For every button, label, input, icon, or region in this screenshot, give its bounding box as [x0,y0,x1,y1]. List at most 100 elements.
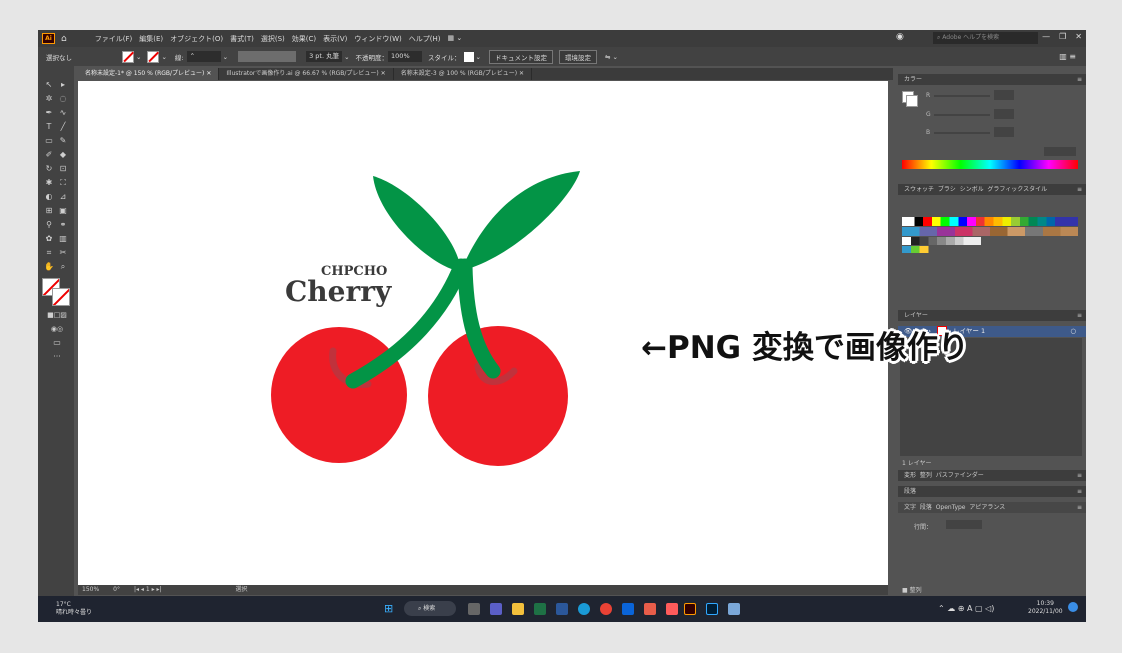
gradient-tool-icon[interactable]: ▣ [58,206,68,216]
menu-window[interactable]: ウィンドウ(W) [354,34,401,44]
paragraph-panel-header[interactable]: 段落 ≡ [898,486,1086,497]
lasso-icon[interactable]: ◌ [58,94,68,104]
help-search-input[interactable]: ⌕ Adobe ヘルプを検索 [933,32,1038,44]
excel-icon[interactable] [534,603,546,615]
rotate-tool-icon[interactable]: ↻ [44,164,54,174]
mesh-tool-icon[interactable]: ⊞ [44,206,54,216]
opacity-label[interactable]: 不透明度： [356,52,389,62]
tab-document-3[interactable]: 名称未設定-3 @ 100 % (RGB/プレビュー) ✕ [394,68,533,80]
user-icon[interactable]: ◉ [896,32,904,42]
photos-icon[interactable] [644,603,656,615]
paintbrush-icon[interactable]: ✎ [58,136,68,146]
file-explorer-icon[interactable] [512,603,524,615]
style-swatch[interactable] [463,51,474,62]
transform-panel-header[interactable]: 変形 整列 パスファインダー ≡ [898,470,1086,481]
stroke-weight-field[interactable]: ⌃ [186,51,221,62]
app-logo-icon[interactable]: Ai [42,33,55,44]
artboard-nav[interactable]: |◂ ◂ 1 ▸ ▸| [134,585,162,595]
stroke-swatch[interactable] [147,50,160,63]
draw-modes-icon[interactable]: ◉◎ [42,324,72,334]
scale-tool-icon[interactable]: ⊡ [58,164,68,174]
panel-options-icon[interactable]: ▥ ≡ [1059,52,1076,61]
chrome-icon[interactable] [600,603,612,615]
brush-field[interactable]: 3 pt. 丸筆 [306,51,343,62]
notification-icon[interactable] [1068,602,1078,612]
variable-width-field[interactable] [238,51,297,62]
menu-file[interactable]: ファイル(F) [95,34,133,44]
rotation-angle[interactable]: 0° [113,585,120,595]
illustrator-taskbar-icon[interactable] [684,603,696,615]
workspace-icon[interactable]: ▦ ⌄ [448,34,463,44]
curvature-icon[interactable]: ∿ [58,108,68,118]
image-viewer-icon[interactable] [728,603,740,615]
shape-builder-icon[interactable]: ◐ [44,192,54,202]
color-modes-icon[interactable]: ■□▨ [42,310,72,320]
hand-tool-icon[interactable]: ✋ [44,262,54,272]
character-panel-tabs[interactable]: 文字 段落 OpenType アピアランス ≡ [898,502,1086,513]
tab-document-1[interactable]: 名称未設定-1* @ 150 % (RGB/プレビュー) ✕ [78,68,220,80]
layers-panel-header[interactable]: レイヤー ≡ [898,310,1086,321]
menu-view[interactable]: 表示(V) [323,34,347,44]
word-icon[interactable] [556,603,568,615]
line-tool-icon[interactable]: ╱ [58,122,68,132]
layer-target-icon[interactable]: ○ [1070,326,1076,337]
minimize-icon[interactable]: — [1042,32,1050,41]
color-panel-header[interactable]: カラー ≡ [898,74,1086,85]
type-tool-icon[interactable]: T [44,122,54,132]
restore-icon[interactable]: ❐ [1059,32,1066,41]
screen-mode-icon[interactable]: ▭ [42,338,72,348]
edge-icon[interactable] [578,603,590,615]
chat-icon[interactable] [490,603,502,615]
magic-wand-icon[interactable]: ✲ [44,94,54,104]
graph-tool-icon[interactable]: ▥ [58,234,68,244]
app-icon[interactable] [666,603,678,615]
zoom-tool-icon[interactable]: ⌕ [58,262,68,272]
weather-widget[interactable]: 17°C 晴れ時々曇り [56,601,92,617]
menu-effect[interactable]: 効果(C) [292,34,316,44]
tab-document-2[interactable]: Illustratorで画像作り.ai @ 66.67 % (RGB/プレビュー… [219,68,394,80]
task-view-icon[interactable] [468,603,480,615]
arrange-icon[interactable]: ⇋ ⌄ [605,53,618,61]
zoom-level[interactable]: 150% [82,585,99,595]
document-settings-button[interactable]: ドキュメント設定 [488,49,553,64]
hex-field[interactable] [1044,147,1076,156]
system-tray-icons[interactable]: ⌃ ☁ ⊕ A ▢ ◁) [938,604,994,613]
color-stroke-swatch[interactable] [906,95,918,107]
close-icon[interactable]: ✕ [1075,32,1082,41]
swatches-panel-header[interactable]: スウォッチ ブラシ シンボル グラフィックスタイル ≡ [898,184,1086,195]
eraser-icon[interactable]: ◆ [58,150,68,160]
r-value-field[interactable] [994,90,1014,100]
leading-field[interactable] [946,520,982,529]
fill-stroke-widget[interactable] [42,278,72,306]
g-value-field[interactable] [994,109,1014,119]
b-value-field[interactable] [994,127,1014,137]
free-transform-icon[interactable]: ⛶ [58,178,68,188]
photoshop-icon[interactable] [706,603,718,615]
preferences-button[interactable]: 環境設定 [558,49,597,64]
more-tools-icon[interactable]: ··· [42,352,72,362]
selection-tool-icon[interactable]: ↖ [44,80,54,90]
blend-tool-icon[interactable]: ⚭ [58,220,68,230]
clock[interactable]: 10:39 2022/11/00 [1028,600,1063,616]
pen-tool-icon[interactable]: ✒ [44,108,54,118]
rectangle-tool-icon[interactable]: ▭ [44,136,54,146]
direct-selection-tool-icon[interactable]: ▸ [58,80,68,90]
slice-tool-icon[interactable]: ✂ [58,248,68,258]
swatch-grid[interactable] [902,217,1078,253]
home-icon[interactable]: ⌂ [61,34,67,44]
eyedropper-icon[interactable]: ⚲ [44,220,54,230]
menu-select[interactable]: 選択(S) [261,34,285,44]
menu-help[interactable]: ヘルプ(H) [409,34,441,44]
opacity-field[interactable]: 100% [388,51,423,62]
start-icon[interactable]: ⊞ [384,602,393,615]
symbol-sprayer-icon[interactable]: ✿ [44,234,54,244]
menu-edit[interactable]: 編集(E) [139,34,163,44]
menu-type[interactable]: 書式(T) [230,34,254,44]
fill-swatch[interactable] [122,50,134,63]
color-spectrum[interactable] [902,160,1078,169]
taskbar-search[interactable]: ⌕ 検索 [404,601,456,616]
menu-object[interactable]: オブジェクト(O) [170,34,223,44]
shaper-icon[interactable]: ✐ [44,150,54,160]
perspective-icon[interactable]: ⊿ [58,192,68,202]
outlook-icon[interactable] [622,603,634,615]
